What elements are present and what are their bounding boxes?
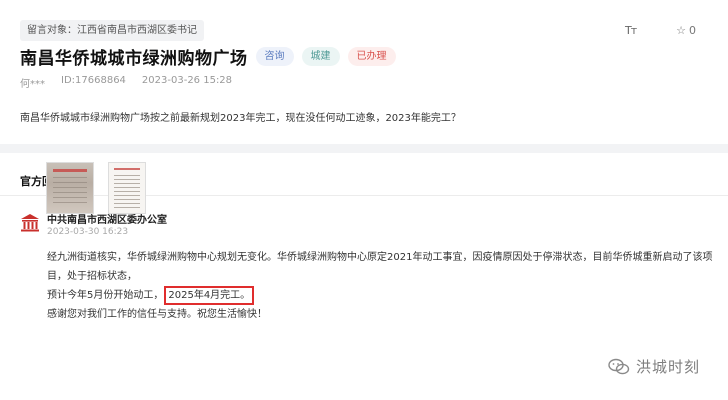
message-id: ID:17668864 xyxy=(61,75,126,86)
attachment-thumbnail-1[interactable] xyxy=(46,162,94,214)
reply-line-1: 经九洲街道核实，华侨城绿洲购物中心规划无变化。华侨城绿洲购物中心原定2021年动… xyxy=(47,252,713,282)
message-target-label: 留言对象：江西省南昌市西湖区委书记 xyxy=(20,20,204,41)
favorite-count: 0 xyxy=(689,24,696,37)
message-meta: 何*** ID:17668864 2023-03-26 15:28 xyxy=(20,75,248,90)
watermark-text: 洪城时刻 xyxy=(635,358,700,376)
reply-line-3: 感谢您对我们工作的信任与支持。祝您生活愉快！ xyxy=(47,309,267,320)
highlighted-completion-date: 2025年4月完工。 xyxy=(164,286,255,305)
watermark: 洪城时刻 xyxy=(608,356,700,377)
attachment-thumbnail-2[interactable] xyxy=(108,162,146,214)
tag-status-handled: 已办理 xyxy=(347,47,396,66)
message-time: 2023-03-26 15:28 xyxy=(141,75,233,86)
message-content: 南昌华侨城城市绿洲购物广场按之前最新规划2023年完工，现在没任何动工迹象，20… xyxy=(20,113,461,124)
reply-line-2-prefix: 预计今年5月份开始动工， xyxy=(47,290,164,301)
government-building-icon xyxy=(21,214,39,232)
message-title: 南昌华侨城城市绿洲购物广场 xyxy=(20,49,248,69)
font-size-icon[interactable]: Tт xyxy=(625,24,637,37)
reply-time: 2023-03-30 16:23 xyxy=(47,227,129,237)
title-row: 南昌华侨城城市绿洲购物广场 咨询 城建 已办理 xyxy=(20,44,396,69)
reply-line-2: 预计今年5月份开始动工， 2025年4月完工。 xyxy=(47,286,728,305)
favorite-button[interactable]: ☆ 0 xyxy=(676,24,696,37)
reply-content: 经九洲街道核实，华侨城绿洲购物中心规划无变化。华侨城绿洲购物中心原定2021年动… xyxy=(47,248,728,324)
tag-consult: 咨询 xyxy=(255,47,294,66)
author-name: 何*** xyxy=(20,79,45,90)
message-card: 留言对象：江西省南昌市西湖区委书记 Tт ☆ 0 南昌华侨城城市绿洲购物广场 咨… xyxy=(0,0,728,144)
star-icon: ☆ xyxy=(676,24,686,37)
wechat-icon xyxy=(608,358,630,374)
tag-urban-construction: 城建 xyxy=(301,47,340,66)
toolbar: Tт ☆ 0 xyxy=(625,24,696,37)
